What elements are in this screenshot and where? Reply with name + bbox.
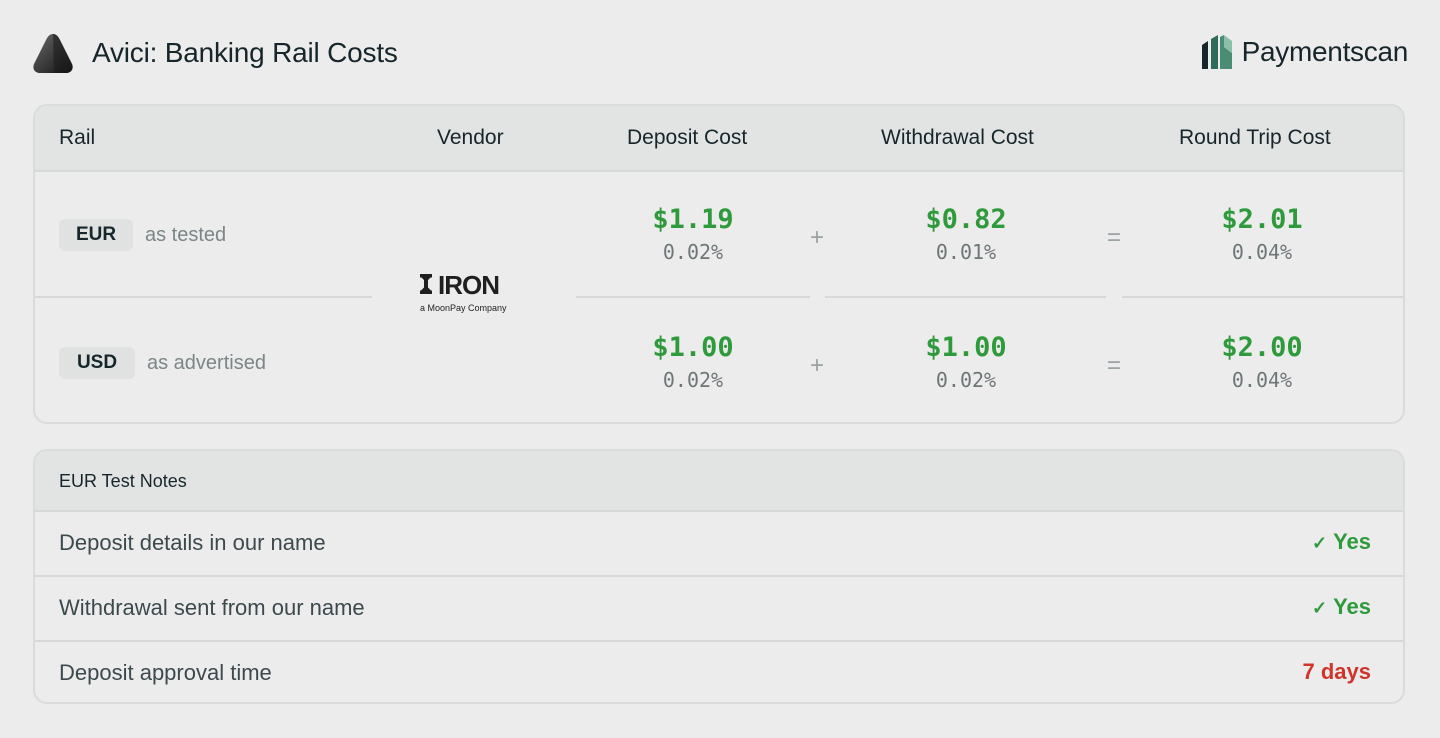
note-label: Deposit approval time [59,660,272,685]
column-header-round-trip: Round Trip Cost [1179,126,1331,149]
list-item: Deposit details in our name ✓ Yes [35,512,1403,577]
rail-note: as advertised [147,352,266,374]
deposit-cost: $1.00 [652,332,734,363]
vendor-tagline: a MoonPay Company [420,303,507,313]
round-trip-cost: $2.01 [1221,204,1303,235]
row-divider [825,296,1106,298]
page-header: Avici: Banking Rail Costs Paymentscan [32,28,1408,78]
column-header-vendor: Vendor [437,126,504,149]
row-divider [576,296,810,298]
round-trip-pct: 0.04% [1231,368,1293,392]
avici-logo-icon [33,34,73,73]
check-icon: ✓ [1311,598,1328,618]
row-divider [35,296,372,298]
note-label: Withdrawal sent from our name [59,595,365,620]
list-item: Withdrawal sent from our name ✓ Yes [35,577,1403,642]
round-trip-pct: 0.04% [1231,240,1293,264]
note-value: ✓ Yes [1311,594,1371,619]
equals-operator: = [1106,352,1121,379]
table-header: Rail Vendor Deposit Cost Withdrawal Cost… [35,106,1403,172]
withdrawal-cost: $0.82 [925,204,1007,235]
check-icon: ✓ [1311,533,1328,553]
note-value: ✓ Yes [1311,529,1371,554]
equals-operator: = [1106,224,1121,251]
note-value: 7 days [1302,659,1372,684]
notes-header: EUR Test Notes [35,451,1403,512]
rail-note: as tested [145,224,227,246]
rail-costs-table: Rail Vendor Deposit Cost Withdrawal Cost… [33,104,1405,424]
page-title: Avici: Banking Rail Costs [92,37,398,68]
partner-brand: Paymentscan [1200,33,1408,71]
column-header-withdrawal: Withdrawal Cost [881,126,1034,149]
notes-title: EUR Test Notes [59,471,187,491]
column-header-rail: Rail [59,126,96,149]
test-notes-card: EUR Test Notes Deposit details in our na… [33,449,1405,704]
row-divider [1122,296,1403,298]
partner-name: Paymentscan [1241,36,1409,67]
note-label: Deposit details in our name [59,530,326,555]
plus-operator: + [809,224,824,251]
withdrawal-pct: 0.02% [935,368,997,392]
plus-operator: + [809,352,824,379]
withdrawal-cost: $1.00 [925,332,1007,363]
withdrawal-pct: 0.01% [935,240,997,264]
column-header-deposit: Deposit Cost [627,126,748,149]
round-trip-cost: $2.00 [1221,332,1303,363]
paymentscan-logo-icon [1201,35,1232,69]
deposit-cost: $1.19 [652,204,734,235]
rail-badge: EUR [59,219,133,251]
rail-badge: USD [59,347,135,379]
vendor-name: IRON [438,270,499,300]
deposit-pct: 0.02% [662,368,724,392]
deposit-pct: 0.02% [662,240,724,264]
iron-vendor-logo: IRON a MoonPay Company [420,270,507,313]
list-item: Deposit approval time 7 days [35,642,1403,702]
